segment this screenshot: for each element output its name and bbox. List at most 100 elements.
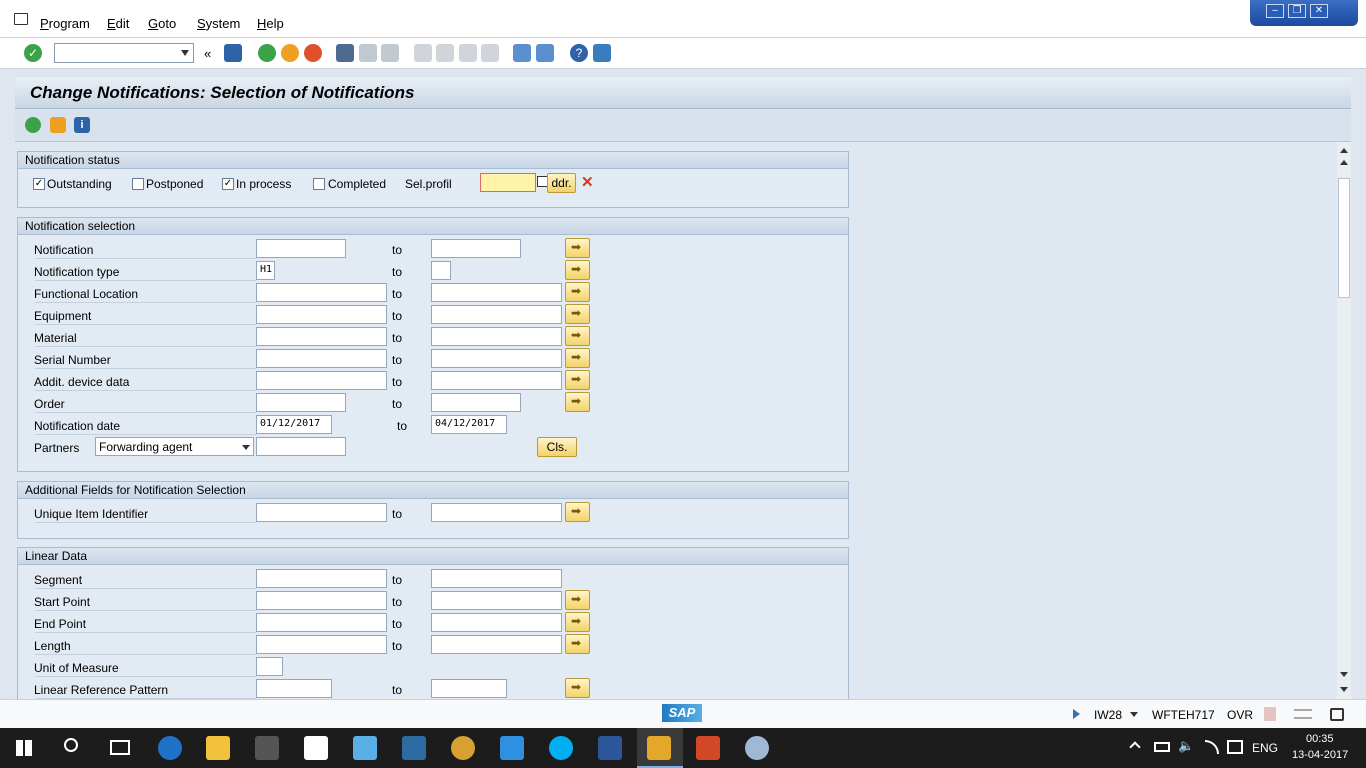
scroll-down-icon[interactable]: [1340, 672, 1348, 677]
multiple-selection-button[interactable]: [565, 634, 590, 654]
notification-type-from-input[interactable]: H1: [256, 261, 275, 280]
multiple-selection-button[interactable]: [565, 612, 590, 632]
shortcut-icon[interactable]: [536, 44, 554, 62]
notification-date-from-input[interactable]: 01/12/2017: [256, 415, 332, 434]
paint-icon[interactable]: [745, 736, 769, 760]
first-page-icon[interactable]: [414, 44, 432, 62]
functional-location-to-input[interactable]: [431, 283, 562, 302]
volume-icon[interactable]: 🔈: [1178, 738, 1194, 754]
calendar-icon[interactable]: [353, 736, 377, 760]
command-field[interactable]: [54, 43, 194, 63]
monitor-icon[interactable]: [402, 736, 426, 760]
cloud-icon[interactable]: [500, 736, 524, 760]
device-data-to-input[interactable]: [431, 371, 562, 390]
headphones-icon[interactable]: [451, 736, 475, 760]
back-icon[interactable]: [258, 44, 276, 62]
notification-type-to-input[interactable]: [431, 261, 451, 280]
multiple-selection-button[interactable]: [565, 678, 590, 698]
clock-time[interactable]: 00:35: [1306, 733, 1334, 745]
vertical-scrollbar[interactable]: [1337, 142, 1351, 699]
menu-help[interactable]: Help: [257, 16, 284, 31]
scroll-thumb[interactable]: [1338, 178, 1350, 298]
multiple-selection-button[interactable]: [565, 590, 590, 610]
scroll-up-icon[interactable]: [1340, 160, 1348, 165]
find-next-icon[interactable]: [381, 44, 399, 62]
menu-edit[interactable]: Edit: [107, 16, 129, 31]
unique-item-from-input[interactable]: [256, 503, 387, 522]
menu-program[interactable]: Program: [40, 16, 90, 31]
last-page-icon[interactable]: [481, 44, 499, 62]
powerpoint-icon[interactable]: [696, 736, 720, 760]
execute-icon[interactable]: [25, 117, 41, 133]
notification-to-input[interactable]: [431, 239, 521, 258]
end-point-to-input[interactable]: [431, 613, 562, 632]
postponed-checkbox[interactable]: [132, 178, 144, 190]
battery-icon[interactable]: [1154, 742, 1170, 752]
action-center-icon[interactable]: [1227, 740, 1243, 754]
file-explorer-icon[interactable]: [206, 736, 230, 760]
chevron-down-icon[interactable]: [242, 445, 250, 450]
store-icon[interactable]: [255, 736, 279, 760]
lock-icon[interactable]: [1330, 708, 1344, 721]
multiple-selection-button[interactable]: [565, 238, 590, 258]
address-button[interactable]: ddr.: [547, 173, 576, 193]
partners-dropdown[interactable]: Forwarding agent: [95, 437, 254, 456]
windows-start-icon[interactable]: [16, 740, 32, 756]
multiple-selection-button[interactable]: [565, 502, 590, 522]
outstanding-checkbox[interactable]: ✓: [33, 178, 45, 190]
multiple-selection-button[interactable]: [565, 326, 590, 346]
minimize-icon[interactable]: –: [1266, 4, 1284, 18]
help-icon[interactable]: ?: [570, 44, 588, 62]
reference-pattern-to-input[interactable]: [431, 679, 507, 698]
multiple-selection-button[interactable]: [565, 282, 590, 302]
info-icon[interactable]: i: [74, 117, 90, 133]
play-icon[interactable]: [1073, 709, 1080, 719]
start-point-to-input[interactable]: [431, 591, 562, 610]
skype-icon[interactable]: [549, 736, 573, 760]
multiple-selection-button[interactable]: [565, 304, 590, 324]
equipment-from-input[interactable]: [256, 305, 387, 324]
restore-icon[interactable]: ❐: [1288, 4, 1306, 18]
notification-date-to-input[interactable]: 04/12/2017: [431, 415, 507, 434]
segment-from-input[interactable]: [256, 569, 387, 588]
exit-icon[interactable]: [281, 44, 299, 62]
chevron-down-icon[interactable]: [1130, 712, 1138, 717]
menu-goto[interactable]: Goto: [148, 16, 176, 31]
collapse-icon[interactable]: «: [204, 46, 211, 61]
sap-logon-icon[interactable]: [647, 736, 671, 760]
length-from-input[interactable]: [256, 635, 387, 654]
word-icon[interactable]: [598, 736, 622, 760]
cancel-icon[interactable]: [304, 44, 322, 62]
end-point-from-input[interactable]: [256, 613, 387, 632]
print-icon[interactable]: [336, 44, 354, 62]
home-icon[interactable]: [304, 736, 328, 760]
wifi-icon[interactable]: [1205, 740, 1219, 754]
edge-icon[interactable]: [158, 736, 182, 760]
sel-profile-input[interactable]: [480, 173, 536, 192]
unit-of-measure-input[interactable]: [256, 657, 283, 676]
multiple-selection-button[interactable]: [565, 392, 590, 412]
equipment-to-input[interactable]: [431, 305, 562, 324]
notification-from-input[interactable]: [256, 239, 346, 258]
multiple-selection-button[interactable]: [565, 348, 590, 368]
save-icon[interactable]: [224, 44, 242, 62]
layout-icon[interactable]: [593, 44, 611, 62]
task-view-icon[interactable]: [110, 740, 130, 755]
close-window-icon[interactable]: ✕: [1310, 4, 1328, 18]
previous-page-icon[interactable]: [436, 44, 454, 62]
material-to-input[interactable]: [431, 327, 562, 346]
next-page-icon[interactable]: [459, 44, 477, 62]
multiple-selection-button[interactable]: [565, 260, 590, 280]
search-icon[interactable]: [64, 738, 78, 752]
get-variant-icon[interactable]: [50, 117, 66, 133]
delete-icon[interactable]: ✕: [581, 173, 594, 191]
scroll-up-icon[interactable]: [1340, 148, 1348, 153]
menu-icon[interactable]: [14, 13, 28, 25]
clock-date[interactable]: 13-04-2017: [1292, 749, 1348, 761]
reference-pattern-from-input[interactable]: [256, 679, 332, 698]
multiple-selection-button[interactable]: [565, 370, 590, 390]
in-process-checkbox[interactable]: ✓: [222, 178, 234, 190]
completed-checkbox[interactable]: [313, 178, 325, 190]
enter-check-icon[interactable]: ✓: [24, 44, 42, 62]
device-data-from-input[interactable]: [256, 371, 387, 390]
